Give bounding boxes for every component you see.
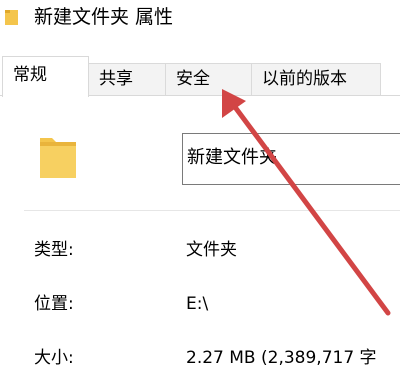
tab-label: 共享 xyxy=(99,69,133,89)
location-label: 位置: xyxy=(34,294,74,314)
tab-strip: 常规 共享 安全 以前的版本 xyxy=(0,56,400,97)
folder-icon xyxy=(40,138,76,178)
location-value: E:\ xyxy=(186,294,209,314)
tab-general[interactable]: 常规 xyxy=(2,56,89,97)
tab-previous-versions[interactable]: 以前的版本 xyxy=(251,63,381,95)
tab-security[interactable]: 安全 xyxy=(165,63,252,95)
size-value: 2.27 MB (2,389,717 字 xyxy=(186,348,377,368)
tab-sharing[interactable]: 共享 xyxy=(88,63,166,95)
type-label: 类型: xyxy=(34,240,74,260)
tab-label: 以前的版本 xyxy=(262,69,347,89)
title-bar: 新建文件夹 属性 xyxy=(0,0,400,38)
tab-label: 安全 xyxy=(176,69,210,89)
divider xyxy=(24,210,400,211)
tab-label: 常规 xyxy=(13,65,47,85)
size-label: 大小: xyxy=(34,348,74,368)
folder-name-field[interactable]: 新建文件夹 xyxy=(182,133,400,185)
window-title: 新建文件夹 属性 xyxy=(34,6,174,28)
type-value: 文件夹 xyxy=(186,240,237,260)
folder-icon xyxy=(5,10,18,25)
